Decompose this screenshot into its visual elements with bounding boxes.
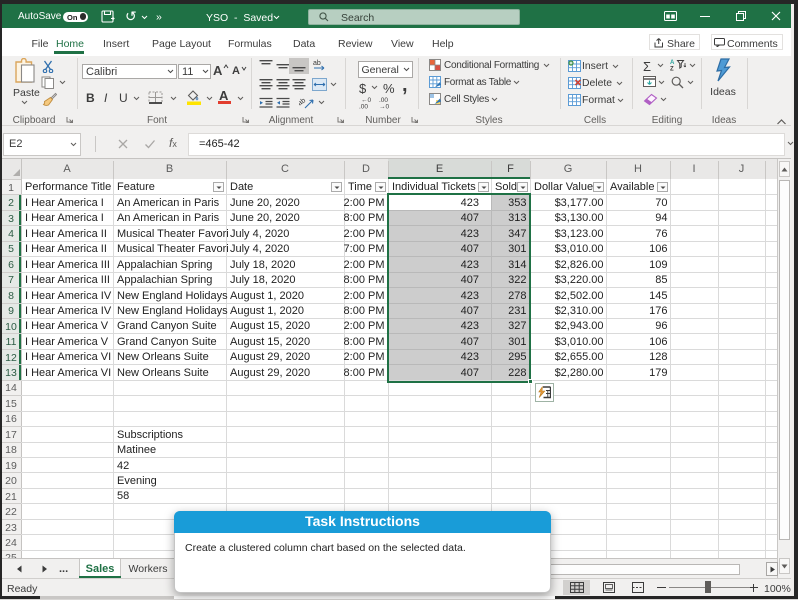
svg-text:ab: ab — [313, 60, 321, 67]
svg-text:A: A — [670, 60, 675, 66]
svg-text:→0: →0 — [379, 104, 390, 110]
svg-text:Z: Z — [670, 67, 674, 72]
svg-text:ab: ab — [299, 97, 307, 107]
svg-text:.00: .00 — [359, 104, 368, 110]
